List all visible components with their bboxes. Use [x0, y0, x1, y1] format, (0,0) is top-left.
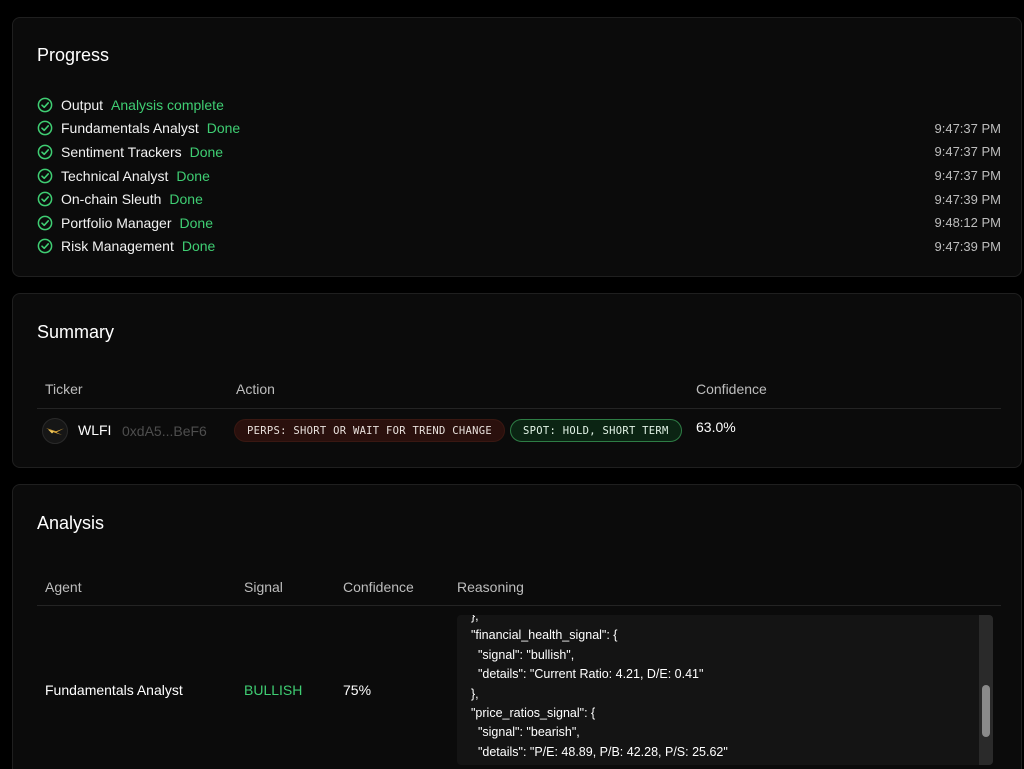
progress-agent-name: Portfolio Manager — [61, 214, 172, 231]
progress-row-risk: Risk Management Done 9:47:39 PM — [37, 235, 1001, 259]
progress-title: Progress — [37, 45, 110, 65]
progress-row-onchain: On-chain Sleuth Done 9:47:39 PM — [37, 187, 1001, 211]
analysis-card: Analysis Agent Signal Confidence Reasoni… — [12, 484, 1022, 769]
progress-agent-name: Output — [61, 96, 104, 113]
progress-time: 9:47:37 PM — [934, 120, 1002, 136]
summary-confidence-value: 63.0% — [696, 419, 736, 435]
progress-status: Done — [169, 191, 203, 208]
progress-status: Done — [181, 238, 216, 255]
progress-agent-name: Sentiment Trackers — [61, 143, 182, 160]
ticker-address[interactable]: 0xdA5...BeF6 — [122, 423, 207, 439]
analysis-header-reasoning: Reasoning — [457, 579, 524, 595]
analysis-signal: BULLISH — [244, 682, 303, 698]
progress-time: 9:47:39 PM — [934, 191, 1002, 207]
progress-card: Progress Output Analysis complete Fundam… — [12, 17, 1022, 277]
analysis-title: Analysis — [37, 513, 105, 533]
ticker-symbol: WLFI — [78, 422, 112, 438]
progress-agent-name: Fundamentals Analyst — [61, 120, 199, 137]
check-circle-icon — [37, 144, 53, 160]
summary-header-ticker: Ticker — [45, 381, 83, 397]
progress-status: Done — [176, 167, 210, 184]
analysis-header-divider — [37, 605, 1001, 606]
summary-card: Summary Ticker Action Confidence WLFI 0x… — [12, 293, 1022, 468]
analysis-header-agent: Agent — [45, 579, 82, 595]
progress-agent-name: Risk Management — [61, 238, 174, 255]
summary-header-action: Action — [236, 381, 275, 397]
analysis-agent-name: Fundamentals Analyst — [45, 682, 183, 698]
check-circle-icon — [37, 215, 53, 231]
analysis-header-confidence: Confidence — [343, 579, 414, 595]
summary-header-confidence: Confidence — [696, 381, 767, 397]
analysis-header-signal: Signal — [244, 579, 283, 595]
progress-row-output: Output Analysis complete — [37, 93, 1001, 117]
progress-time: 9:47:37 PM — [934, 144, 1002, 160]
reasoning-scrollbar-thumb[interactable] — [982, 685, 990, 737]
progress-status: Done — [189, 143, 224, 160]
progress-status: Done — [206, 120, 241, 137]
spot-action-badge: SPOT: HOLD, SHORT TERM — [510, 419, 682, 442]
progress-row-fundamentals: Fundamentals Analyst Done 9:47:37 PM — [37, 117, 1001, 141]
progress-row-portfolio: Portfolio Manager Done 9:48:12 PM — [37, 211, 1001, 235]
progress-agent-name: On-chain Sleuth — [61, 191, 162, 208]
reasoning-scrollbar[interactable] — [979, 615, 993, 765]
progress-row-sentiment: Sentiment Trackers Done 9:47:37 PM — [37, 140, 1001, 164]
summary-title: Summary — [37, 322, 115, 342]
reasoning-json-text: }, "financial_health_signal": { "signal"… — [471, 615, 728, 759]
progress-time: 9:47:37 PM — [934, 168, 1002, 184]
progress-list: Output Analysis complete Fundamentals An… — [37, 93, 1001, 258]
check-circle-icon — [37, 191, 53, 207]
progress-time: 9:47:39 PM — [934, 238, 1002, 254]
check-circle-icon — [37, 121, 53, 136]
progress-agent-name: Technical Analyst — [61, 167, 169, 184]
progress-status: Done — [179, 214, 213, 231]
reasoning-scroll-box[interactable]: }, "financial_health_signal": { "signal"… — [457, 615, 993, 765]
check-circle-icon — [37, 168, 53, 183]
analysis-confidence: 75% — [343, 682, 372, 698]
wlfi-logo-icon — [42, 418, 68, 444]
page: Progress Output Analysis complete Fundam… — [0, 0, 1024, 769]
progress-row-technical: Technical Analyst Done 9:47:37 PM — [37, 164, 1001, 188]
progress-status: Analysis complete — [111, 96, 224, 113]
check-circle-icon — [37, 239, 53, 254]
summary-header-divider — [37, 408, 1001, 409]
perps-action-badge: PERPS: SHORT OR WAIT FOR TREND CHANGE — [234, 419, 505, 442]
check-circle-icon — [37, 97, 53, 113]
progress-time: 9:48:12 PM — [934, 215, 1002, 231]
